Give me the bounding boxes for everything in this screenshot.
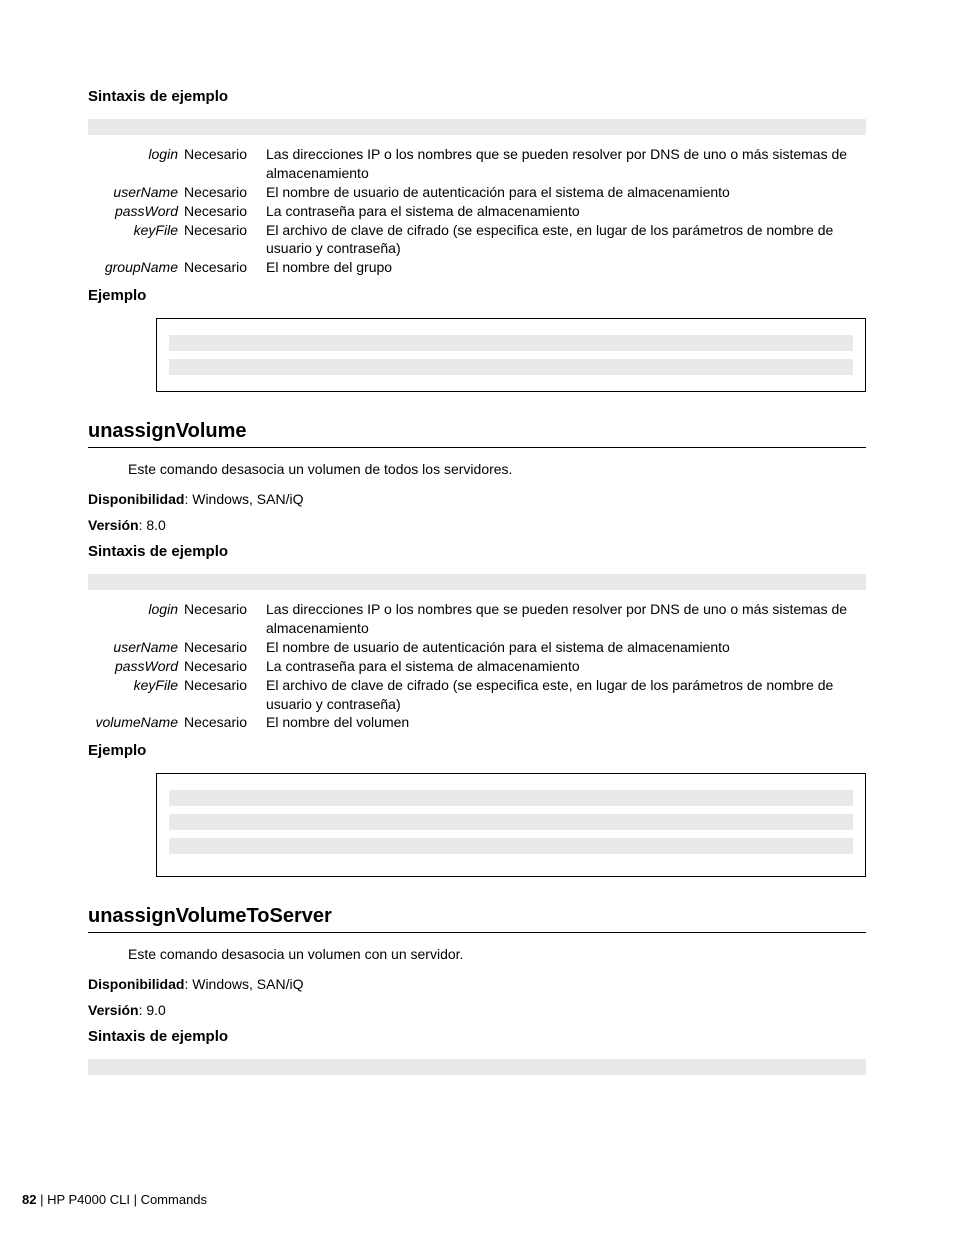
- param-desc: El nombre del volumen: [266, 713, 866, 732]
- param-req: Necesario: [184, 258, 266, 277]
- param-req: Necesario: [184, 657, 266, 676]
- param-row: userName Necesario El nombre de usuario …: [88, 183, 866, 202]
- version-line: Versión: 8.0: [88, 517, 866, 533]
- param-name: keyFile: [88, 676, 184, 695]
- example-heading: Ejemplo: [88, 287, 866, 304]
- param-table-2: login Necesario Las direcciones IP o los…: [88, 600, 866, 732]
- param-desc: La contraseña para el sistema de almacen…: [266, 657, 866, 676]
- version-label: Versión: [88, 1002, 139, 1018]
- code-placeholder: [169, 790, 853, 806]
- param-desc: Las direcciones IP o los nombres que se …: [266, 145, 866, 183]
- param-row: login Necesario Las direcciones IP o los…: [88, 600, 866, 638]
- code-placeholder: [88, 119, 866, 135]
- param-req: Necesario: [184, 145, 266, 164]
- param-row: userName Necesario El nombre de usuario …: [88, 638, 866, 657]
- param-row: volumeName Necesario El nombre del volum…: [88, 713, 866, 732]
- param-desc: El archivo de clave de cifrado (se espec…: [266, 676, 866, 714]
- param-row: passWord Necesario La contraseña para el…: [88, 657, 866, 676]
- param-table-1: login Necesario Las direcciones IP o los…: [88, 145, 866, 277]
- section-intro: Este comando desasocia un volumen con un…: [128, 945, 866, 964]
- version-line: Versión: 9.0: [88, 1002, 866, 1018]
- availability-line: Disponibilidad: Windows, SAN/iQ: [88, 976, 866, 992]
- page-footer: 82 | HP P4000 CLI | Commands: [22, 1192, 207, 1207]
- section-intro: Este comando desasocia un volumen de tod…: [128, 460, 866, 479]
- code-placeholder: [169, 838, 853, 854]
- section-rule: [88, 932, 866, 933]
- section-title-unassignvolume: unassignVolume: [88, 420, 866, 443]
- availability-value: : Windows, SAN/iQ: [184, 491, 303, 507]
- footer-crumb-1: HP P4000 CLI: [47, 1192, 130, 1207]
- param-name: userName: [88, 183, 184, 202]
- param-name: passWord: [88, 202, 184, 221]
- param-name: login: [88, 145, 184, 164]
- param-desc: Las direcciones IP o los nombres que se …: [266, 600, 866, 638]
- code-placeholder: [88, 1059, 866, 1075]
- page-number: 82: [22, 1192, 36, 1207]
- example-box: [156, 773, 866, 877]
- param-name: passWord: [88, 657, 184, 676]
- param-name: volumeName: [88, 713, 184, 732]
- param-name: login: [88, 600, 184, 619]
- param-row: groupName Necesario El nombre del grupo: [88, 258, 866, 277]
- param-name: groupName: [88, 258, 184, 277]
- version-label: Versión: [88, 517, 139, 533]
- param-desc: El archivo de clave de cifrado (se espec…: [266, 221, 866, 259]
- syntax-heading: Sintaxis de ejemplo: [88, 543, 866, 560]
- param-row: keyFile Necesario El archivo de clave de…: [88, 221, 866, 259]
- param-row: keyFile Necesario El archivo de clave de…: [88, 676, 866, 714]
- param-desc: La contraseña para el sistema de almacen…: [266, 202, 866, 221]
- param-desc: El nombre de usuario de autenticación pa…: [266, 183, 866, 202]
- example-heading: Ejemplo: [88, 742, 866, 759]
- param-name: userName: [88, 638, 184, 657]
- syntax-heading: Sintaxis de ejemplo: [88, 1028, 866, 1045]
- param-row: login Necesario Las direcciones IP o los…: [88, 145, 866, 183]
- param-desc: El nombre del grupo: [266, 258, 866, 277]
- availability-line: Disponibilidad: Windows, SAN/iQ: [88, 491, 866, 507]
- section-rule: [88, 447, 866, 448]
- example-box: [156, 318, 866, 392]
- param-req: Necesario: [184, 183, 266, 202]
- footer-sep: |: [36, 1192, 47, 1207]
- version-value: : 8.0: [139, 517, 166, 533]
- code-placeholder: [169, 359, 853, 375]
- availability-value: : Windows, SAN/iQ: [184, 976, 303, 992]
- version-value: : 9.0: [139, 1002, 166, 1018]
- param-req: Necesario: [184, 221, 266, 240]
- param-req: Necesario: [184, 638, 266, 657]
- footer-sep: |: [130, 1192, 141, 1207]
- code-placeholder: [169, 335, 853, 351]
- param-row: passWord Necesario La contraseña para el…: [88, 202, 866, 221]
- param-req: Necesario: [184, 713, 266, 732]
- param-req: Necesario: [184, 676, 266, 695]
- syntax-heading: Sintaxis de ejemplo: [88, 88, 866, 105]
- footer-crumb-2: Commands: [141, 1192, 207, 1207]
- param-name: keyFile: [88, 221, 184, 240]
- param-req: Necesario: [184, 202, 266, 221]
- param-desc: El nombre de usuario de autenticación pa…: [266, 638, 866, 657]
- availability-label: Disponibilidad: [88, 976, 184, 992]
- availability-label: Disponibilidad: [88, 491, 184, 507]
- code-placeholder: [169, 814, 853, 830]
- code-placeholder: [88, 574, 866, 590]
- param-req: Necesario: [184, 600, 266, 619]
- section-title-unassignvolumetoserver: unassignVolumeToServer: [88, 905, 866, 928]
